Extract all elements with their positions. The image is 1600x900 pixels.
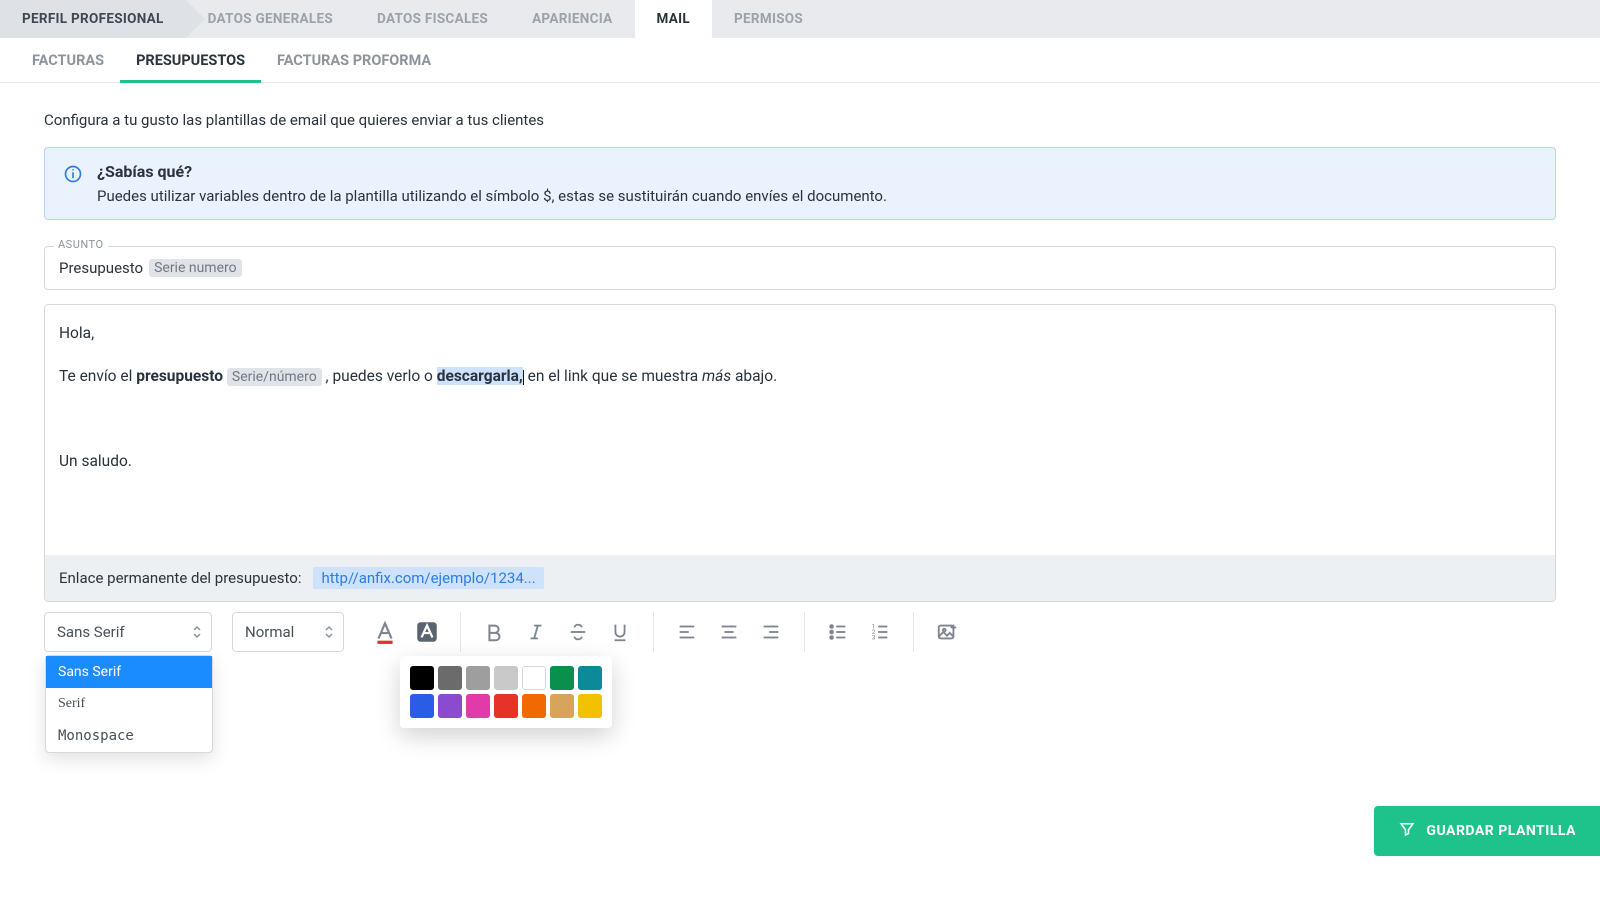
color-swatch[interactable]	[550, 694, 574, 718]
color-swatch[interactable]	[466, 666, 490, 690]
color-swatch[interactable]	[522, 666, 546, 690]
align-right-button[interactable]	[750, 612, 792, 652]
info-icon	[63, 164, 83, 184]
subject-label: ASUNTO	[54, 238, 108, 251]
color-swatch[interactable]	[494, 694, 518, 718]
tab-datos-fiscales[interactable]: DATOS FISCALES	[355, 0, 510, 38]
info-text: Puedes utilizar variables dentro de la p…	[97, 187, 887, 205]
body-line2: Te envío el presupuesto Serie/número , p…	[59, 364, 1541, 389]
insert-image-button[interactable]	[926, 612, 968, 652]
align-left-button[interactable]	[666, 612, 708, 652]
color-swatch[interactable]	[522, 694, 546, 718]
filter-icon	[1398, 820, 1416, 842]
subtab-presupuestos[interactable]: PRESUPUESTOS	[120, 38, 261, 82]
body-signoff: Un saludo.	[59, 449, 1541, 474]
subject-prefix: Presupuesto	[59, 259, 143, 277]
align-center-button[interactable]	[708, 612, 750, 652]
tab-apariencia[interactable]: APARIENCIA	[510, 0, 634, 38]
color-swatch[interactable]	[410, 694, 434, 718]
strikethrough-button[interactable]	[557, 612, 599, 652]
save-template-button[interactable]: GUARDAR PLANTILLA	[1374, 806, 1600, 856]
body-variable-chip[interactable]: Serie/número	[227, 368, 322, 386]
subtab-facturas-proforma[interactable]: FACTURAS PROFORMA	[261, 38, 447, 82]
color-swatch[interactable]	[578, 694, 602, 718]
tab-perfil-profesional[interactable]: PERFIL PROFESIONAL	[0, 0, 186, 38]
subject-variable-chip[interactable]: Serie numero	[149, 259, 242, 277]
color-swatch[interactable]	[578, 666, 602, 690]
editor: Hola, Te envío el presupuesto Serie/núme…	[44, 304, 1556, 602]
chevron-updown-icon	[323, 624, 335, 640]
subject-input[interactable]: Presupuesto Serie numero	[44, 246, 1556, 290]
ordered-list-button[interactable]: 123	[859, 612, 901, 652]
color-swatch[interactable]	[494, 666, 518, 690]
info-box: ¿Sabías qué? Puedes utilizar variables d…	[44, 147, 1556, 220]
bullet-list-button[interactable]	[817, 612, 859, 652]
main-tabs: PERFIL PROFESIONAL DATOS GENERALES DATOS…	[0, 0, 1600, 38]
color-palette-popup	[400, 656, 612, 728]
chevron-updown-icon	[191, 624, 203, 640]
underline-button[interactable]	[599, 612, 641, 652]
selected-text: descargarla,	[437, 367, 523, 385]
text-color-button[interactable]	[364, 612, 406, 652]
font-family-dropdown: Sans Serif Serif Monospace	[45, 655, 213, 753]
font-option-serif[interactable]: Serif	[46, 688, 212, 720]
tab-permisos[interactable]: PERMISOS	[712, 0, 825, 38]
color-swatch[interactable]	[410, 666, 434, 690]
font-option-sans-serif[interactable]: Sans Serif	[46, 656, 212, 688]
svg-text:3: 3	[872, 633, 876, 641]
color-swatch[interactable]	[550, 666, 574, 690]
italic-button[interactable]	[515, 612, 557, 652]
editor-body[interactable]: Hola, Te envío el presupuesto Serie/núme…	[45, 305, 1555, 555]
color-swatch[interactable]	[466, 694, 490, 718]
color-swatch[interactable]	[438, 666, 462, 690]
body-greeting: Hola,	[59, 321, 1541, 346]
background-color-button[interactable]	[406, 612, 448, 652]
editor-toolbar: Sans Serif Sans Serif Serif Monospace No…	[44, 602, 1556, 652]
info-title: ¿Sabías qué?	[97, 162, 887, 181]
bold-button[interactable]	[473, 612, 515, 652]
permalink-url[interactable]: http//anfix.com/ejemplo/1234...	[313, 567, 543, 589]
permalink-label: Enlace permanente del presupuesto:	[59, 569, 301, 587]
font-option-monospace[interactable]: Monospace	[46, 720, 212, 752]
tab-mail[interactable]: MAIL	[635, 0, 712, 38]
permalink-row: Enlace permanente del presupuesto: http/…	[45, 555, 1555, 601]
intro-text: Configura a tu gusto las plantillas de e…	[44, 111, 1556, 129]
text-caret	[523, 370, 524, 385]
tab-datos-generales[interactable]: DATOS GENERALES	[186, 0, 355, 38]
subtab-facturas[interactable]: FACTURAS	[16, 38, 120, 82]
font-family-select[interactable]: Sans Serif Sans Serif Serif Monospace	[44, 612, 212, 652]
subject-field: ASUNTO Presupuesto Serie numero	[44, 246, 1556, 290]
color-swatch[interactable]	[438, 694, 462, 718]
heading-select[interactable]: Normal	[232, 612, 344, 652]
sub-tabs: FACTURAS PRESUPUESTOS FACTURAS PROFORMA	[0, 38, 1600, 83]
